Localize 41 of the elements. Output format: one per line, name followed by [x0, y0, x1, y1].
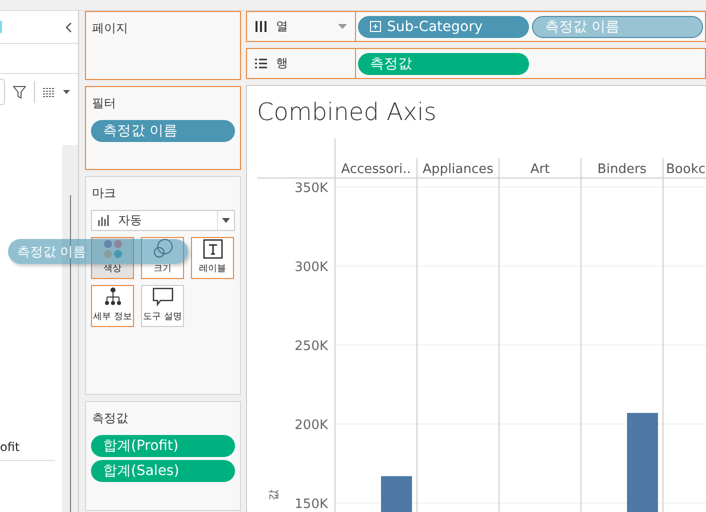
mark-type-dropdown[interactable]: 자동 [91, 210, 235, 231]
mark-button[interactable]: 세부 정보 [91, 285, 134, 327]
expand-icon[interactable] [370, 21, 381, 32]
card-title: 페이지 [92, 20, 129, 37]
list-view-icon[interactable] [43, 88, 55, 96]
card-title: 마크 [92, 185, 117, 202]
caret-icon [222, 218, 230, 223]
chart-title: Combined Axis [256, 97, 438, 128]
bar-chart-icon [98, 215, 110, 226]
caret-icon[interactable] [63, 90, 70, 94]
axis-tick-label: 150K [294, 497, 328, 512]
axis-tick-label: 300K [294, 260, 328, 275]
mark-button[interactable]: 색상 [91, 237, 134, 279]
speech-bubble-icon [152, 287, 174, 307]
mark-button[interactable]: 도구 설명 [141, 285, 184, 327]
search-field[interactable] [0, 79, 5, 105]
color-dots-icon [102, 239, 122, 259]
axis-tick-label: 350K [294, 180, 328, 196]
category-header: Appliances [422, 162, 494, 177]
columns-icon [255, 21, 267, 32]
hierarchy-icon [104, 287, 122, 307]
category-header: Bookc [666, 162, 706, 177]
collapse-chevron-icon[interactable] [65, 22, 72, 32]
axis-tick-label: 200K [294, 418, 328, 433]
card-title: 필터 [92, 95, 117, 112]
card-title: 측정값 [92, 410, 129, 427]
filter-icon[interactable] [13, 86, 26, 98]
axis-title: 값 [267, 490, 280, 500]
category-header: Accessori.. [341, 162, 411, 177]
bar [381, 476, 412, 512]
mark-button[interactable]: 크기 [141, 237, 184, 279]
shelf-label: 행 [276, 55, 288, 72]
category-header: Binders [597, 162, 647, 177]
category-header: Art [530, 162, 550, 177]
text-label-icon [202, 239, 222, 259]
size-circles-icon [152, 238, 174, 259]
rows-icon [255, 58, 267, 69]
shelf-label: 열 [276, 18, 288, 35]
mark-button[interactable]: 레이블 [191, 237, 234, 279]
field-name[interactable]: ofit [0, 440, 55, 461]
axis-tick-label: 250K [294, 339, 328, 354]
